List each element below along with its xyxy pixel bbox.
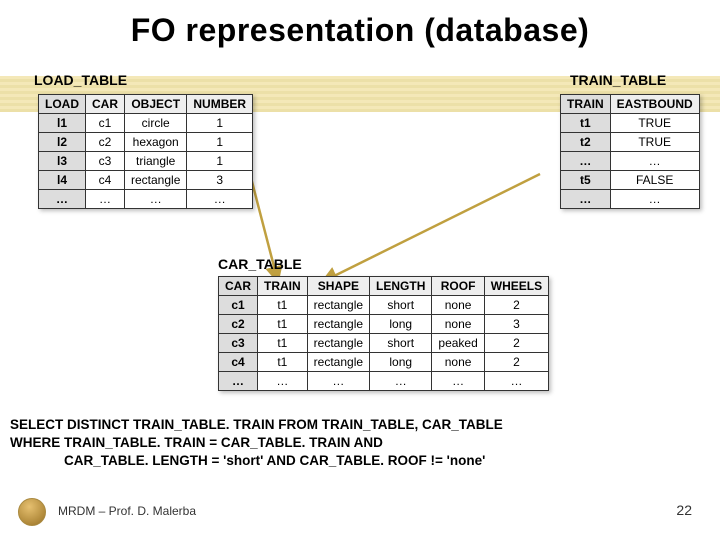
table-row: t1TRUE bbox=[561, 114, 700, 133]
table-row: l3c3triangle1 bbox=[39, 152, 253, 171]
table-row: c2t1rectanglelongnone3 bbox=[219, 315, 549, 334]
col-wheels: WHEELS bbox=[484, 277, 548, 296]
table-header-row: LOAD CAR OBJECT NUMBER bbox=[39, 95, 253, 114]
table-row: c1t1rectangleshortnone2 bbox=[219, 296, 549, 315]
table-row: ………… bbox=[39, 190, 253, 209]
col-car: CAR bbox=[219, 277, 258, 296]
car-table: CAR TRAIN SHAPE LENGTH ROOF WHEELS c1t1r… bbox=[218, 276, 549, 391]
table-row: t2TRUE bbox=[561, 133, 700, 152]
slide-title: FO representation (database) bbox=[0, 0, 720, 55]
table-row: l2c2hexagon1 bbox=[39, 133, 253, 152]
col-train: TRAIN bbox=[258, 277, 308, 296]
footer: MRDM – Prof. D. Malerba 22 bbox=[0, 492, 720, 526]
table-row: c4t1rectanglelongnone2 bbox=[219, 353, 549, 372]
load-table-label: LOAD_TABLE bbox=[34, 72, 127, 88]
table-row: ……………… bbox=[219, 372, 549, 391]
footer-text: MRDM – Prof. D. Malerba bbox=[58, 504, 196, 518]
train-table-label: TRAIN_TABLE bbox=[570, 72, 666, 88]
train-table: TRAIN EASTBOUND t1TRUE t2TRUE …… t5FALSE… bbox=[560, 94, 700, 209]
sql-line2: WHERE TRAIN_TABLE. TRAIN = CAR_TABLE. TR… bbox=[10, 435, 383, 450]
table-row: …… bbox=[561, 152, 700, 171]
col-car: CAR bbox=[86, 95, 125, 114]
col-length: LENGTH bbox=[370, 277, 432, 296]
table-row: …… bbox=[561, 190, 700, 209]
table-row: c3t1rectangleshortpeaked2 bbox=[219, 334, 549, 353]
seal-icon bbox=[18, 498, 46, 526]
sql-line3: CAR_TABLE. LENGTH = 'short' AND CAR_TABL… bbox=[10, 452, 503, 470]
col-shape: SHAPE bbox=[307, 277, 369, 296]
car-table-label: CAR_TABLE bbox=[218, 256, 302, 272]
col-train: TRAIN bbox=[561, 95, 611, 114]
col-object: OBJECT bbox=[125, 95, 187, 114]
col-load: LOAD bbox=[39, 95, 86, 114]
col-number: NUMBER bbox=[187, 95, 253, 114]
col-roof: ROOF bbox=[432, 277, 484, 296]
table-row: t5FALSE bbox=[561, 171, 700, 190]
load-table: LOAD CAR OBJECT NUMBER l1c1circle1 l2c2h… bbox=[38, 94, 253, 209]
sql-query: SELECT DISTINCT TRAIN_TABLE. TRAIN FROM … bbox=[10, 416, 503, 471]
table-row: l1c1circle1 bbox=[39, 114, 253, 133]
sql-line1: SELECT DISTINCT TRAIN_TABLE. TRAIN FROM … bbox=[10, 417, 503, 432]
table-header-row: CAR TRAIN SHAPE LENGTH ROOF WHEELS bbox=[219, 277, 549, 296]
table-row: l4c4rectangle3 bbox=[39, 171, 253, 190]
col-eastbound: EASTBOUND bbox=[610, 95, 699, 114]
page-number: 22 bbox=[676, 502, 692, 518]
table-header-row: TRAIN EASTBOUND bbox=[561, 95, 700, 114]
